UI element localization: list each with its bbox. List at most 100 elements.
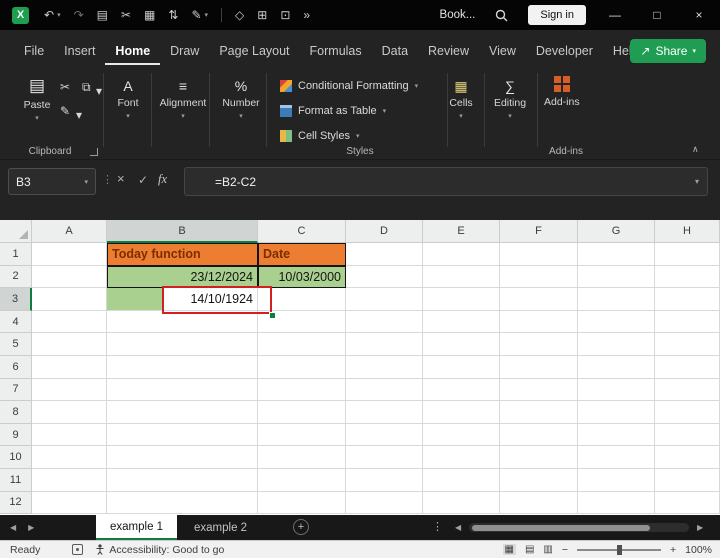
cell-B2[interactable]: 23/12/2024 bbox=[107, 265, 258, 289]
macro-record-icon[interactable] bbox=[72, 544, 84, 555]
cell-G10[interactable] bbox=[578, 446, 655, 469]
zoom-slider[interactable] bbox=[577, 544, 661, 555]
cell-E5[interactable] bbox=[423, 333, 500, 356]
cell-A11[interactable] bbox=[32, 469, 107, 492]
column-header-D[interactable]: D bbox=[346, 220, 423, 243]
draw-icon[interactable]: ✎ bbox=[191, 9, 201, 21]
cell-B10[interactable] bbox=[107, 446, 258, 469]
insert-function-icon[interactable]: fx bbox=[158, 172, 167, 187]
cell-C10[interactable] bbox=[258, 446, 346, 469]
sign-in-button[interactable]: Sign in bbox=[528, 5, 586, 25]
cell-F6[interactable] bbox=[500, 356, 578, 379]
cell-F12[interactable] bbox=[500, 491, 578, 515]
ribbon-tab-developer[interactable]: Developer bbox=[526, 38, 603, 65]
cell-A4[interactable] bbox=[32, 310, 107, 334]
row-header-10[interactable]: 10 bbox=[0, 446, 32, 469]
page-break-view-icon[interactable]: ▥ bbox=[543, 544, 552, 555]
share-button[interactable]: ↗ Share ▾ bbox=[630, 39, 706, 63]
column-header-B[interactable]: B bbox=[107, 220, 258, 243]
row-header-9[interactable]: 9 bbox=[0, 423, 32, 447]
format-painter-button[interactable]: ✎ bbox=[60, 104, 70, 118]
table-icon[interactable]: ⊞ bbox=[257, 9, 267, 21]
cell-C2[interactable]: 10/03/2000 bbox=[258, 265, 346, 289]
zoom-out-icon[interactable]: − bbox=[562, 544, 568, 556]
cell-E12[interactable] bbox=[423, 491, 500, 515]
previous-sheet-icon[interactable]: ◀ bbox=[10, 523, 16, 532]
cell-E11[interactable] bbox=[423, 469, 500, 492]
undo-dropdown-icon[interactable]: ▾ bbox=[57, 12, 61, 19]
cell-G3[interactable] bbox=[578, 288, 655, 311]
formula-input[interactable]: =B2-C2 ▾ bbox=[184, 167, 708, 196]
cell-B1[interactable]: Today function bbox=[107, 243, 258, 266]
ribbon-tab-data[interactable]: Data bbox=[372, 38, 418, 65]
row-header-11[interactable]: 11 bbox=[0, 469, 32, 492]
horizontal-scrollbar[interactable] bbox=[469, 523, 689, 532]
cell-D9[interactable] bbox=[346, 423, 423, 447]
sort-icon[interactable]: ⇅ bbox=[168, 9, 178, 21]
ribbon-tab-insert[interactable]: Insert bbox=[54, 38, 105, 65]
cell-E6[interactable] bbox=[423, 356, 500, 379]
column-header-G[interactable]: G bbox=[578, 220, 655, 243]
more-commands-icon[interactable]: » bbox=[303, 9, 310, 21]
cell-A2[interactable] bbox=[32, 265, 107, 289]
cell-C9[interactable] bbox=[258, 423, 346, 447]
horizontal-scrollbar-thumb[interactable] bbox=[472, 524, 650, 531]
cell-F4[interactable] bbox=[500, 310, 578, 334]
ribbon-tab-home[interactable]: Home bbox=[105, 38, 161, 65]
editing-group-button[interactable]: ∑ Editing ▾ bbox=[486, 78, 534, 120]
row-header-3[interactable]: 3 bbox=[0, 288, 32, 311]
ribbon-tab-formulas[interactable]: Formulas bbox=[300, 38, 372, 65]
search-icon[interactable] bbox=[495, 9, 508, 22]
cell-A10[interactable] bbox=[32, 446, 107, 469]
ribbon-tab-draw[interactable]: Draw bbox=[160, 38, 209, 65]
cell-B12[interactable] bbox=[107, 491, 258, 515]
cell-G8[interactable] bbox=[578, 401, 655, 424]
cell-D7[interactable] bbox=[346, 378, 423, 402]
cell-C6[interactable] bbox=[258, 356, 346, 379]
cell-G5[interactable] bbox=[578, 333, 655, 356]
cut-button[interactable]: ✂ bbox=[60, 80, 70, 94]
cell-H6[interactable] bbox=[655, 356, 720, 379]
cell-G7[interactable] bbox=[578, 378, 655, 402]
cell-F10[interactable] bbox=[500, 446, 578, 469]
column-header-A[interactable]: A bbox=[32, 220, 107, 243]
conditional-formatting-button[interactable]: Conditional Formatting ▾ bbox=[280, 80, 418, 92]
redo-icon[interactable]: ↷ bbox=[74, 9, 84, 21]
cell-C12[interactable] bbox=[258, 491, 346, 515]
cell-H5[interactable] bbox=[655, 333, 720, 356]
clipboard-icon[interactable]: ▤ bbox=[97, 9, 108, 21]
normal-view-icon[interactable]: ▦ bbox=[502, 544, 516, 555]
cell-E7[interactable] bbox=[423, 378, 500, 402]
cell-G9[interactable] bbox=[578, 423, 655, 447]
pin-icon[interactable]: ◇ bbox=[235, 9, 244, 21]
cell-H8[interactable] bbox=[655, 401, 720, 424]
cell-D6[interactable] bbox=[346, 356, 423, 379]
cell-F8[interactable] bbox=[500, 401, 578, 424]
draw-dropdown-icon[interactable]: ▾ bbox=[205, 12, 209, 19]
scroll-right-icon[interactable]: ▶ bbox=[697, 523, 703, 532]
undo-icon[interactable]: ↶ bbox=[44, 9, 54, 21]
cell-B5[interactable] bbox=[107, 333, 258, 356]
cell-E8[interactable] bbox=[423, 401, 500, 424]
sheet-tab-example-2[interactable]: example 2 bbox=[180, 515, 261, 540]
excel-app-icon[interactable]: X bbox=[12, 6, 29, 24]
cell-A7[interactable] bbox=[32, 378, 107, 402]
zoom-in-icon[interactable]: + bbox=[670, 544, 676, 556]
cell-H1[interactable] bbox=[655, 243, 720, 266]
cell-H2[interactable] bbox=[655, 265, 720, 289]
cell-E9[interactable] bbox=[423, 423, 500, 447]
cell-B7[interactable] bbox=[107, 378, 258, 402]
cell-D8[interactable] bbox=[346, 401, 423, 424]
row-header-5[interactable]: 5 bbox=[0, 333, 32, 356]
cell-A6[interactable] bbox=[32, 356, 107, 379]
cell-E3[interactable] bbox=[423, 288, 500, 311]
enter-icon[interactable]: ✓ bbox=[138, 173, 148, 187]
sheet-tab-example-1[interactable]: example 1 bbox=[96, 515, 178, 540]
cell-C8[interactable] bbox=[258, 401, 346, 424]
column-header-F[interactable]: F bbox=[500, 220, 578, 243]
cell-A3[interactable] bbox=[32, 288, 107, 311]
cell-D2[interactable] bbox=[346, 265, 423, 289]
cell-D1[interactable] bbox=[346, 243, 423, 266]
minimize-button[interactable]: — bbox=[594, 0, 636, 30]
alignment-group-button[interactable]: ≡ Alignment ▾ bbox=[155, 78, 211, 120]
